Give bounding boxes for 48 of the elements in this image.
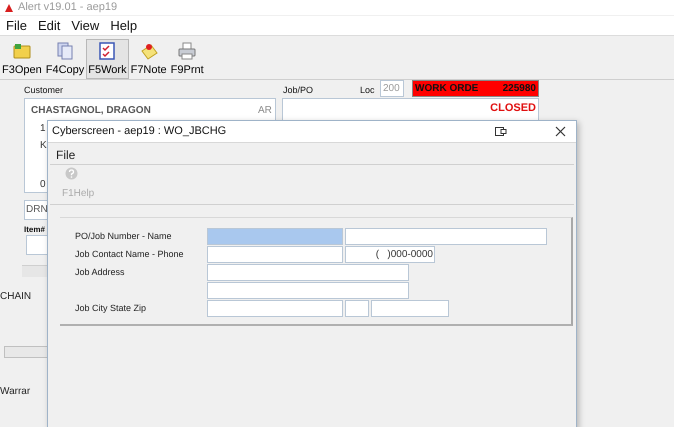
toolbar-button[interactable]: F7Note bbox=[128, 39, 169, 79]
toolbar-button[interactable]: F3Open bbox=[0, 39, 44, 79]
field-label: Job/PO bbox=[283, 84, 314, 97]
address-line: 1 bbox=[40, 122, 46, 136]
section-label: Warrar bbox=[0, 385, 30, 399]
menu-item[interactable]: File bbox=[6, 16, 27, 36]
menu-item[interactable]: Help bbox=[110, 16, 138, 36]
input-field[interactable] bbox=[207, 228, 343, 245]
input-field[interactable] bbox=[207, 282, 409, 299]
app-logo-icon bbox=[4, 2, 14, 12]
close-icon[interactable] bbox=[555, 126, 566, 137]
toolbar-button[interactable]: F9Prnt bbox=[168, 39, 206, 79]
scroll-bar[interactable] bbox=[4, 346, 49, 358]
field-label: Loc bbox=[360, 84, 375, 97]
input-field[interactable] bbox=[345, 228, 547, 245]
address-line: K bbox=[40, 139, 47, 153]
dialog-title: Cyberscreen - aep19 : WO_JBCHG bbox=[52, 124, 226, 140]
input-field[interactable] bbox=[345, 300, 369, 317]
folder-icon bbox=[12, 41, 32, 61]
help-icon bbox=[65, 167, 78, 180]
order-number: 225980 bbox=[502, 82, 536, 96]
menu-item[interactable]: Edit bbox=[38, 16, 60, 36]
restore-icon[interactable] bbox=[495, 127, 507, 136]
toolbar-button[interactable]: F4Copy bbox=[44, 39, 86, 79]
checklist-icon bbox=[97, 41, 118, 61]
documents-icon bbox=[55, 41, 76, 61]
customer-name: CHASTAGNOL, DRAGON bbox=[31, 104, 151, 118]
menu-item[interactable]: File bbox=[56, 146, 76, 164]
input-field[interactable] bbox=[371, 300, 449, 317]
form-label: PO/Job Number - Name bbox=[75, 230, 172, 241]
account-code: AR bbox=[258, 104, 272, 118]
form-label: Job Contact Name - Phone bbox=[75, 248, 184, 259]
input-field[interactable]: ( )000-0000 bbox=[345, 246, 435, 263]
form-label: Job Address bbox=[75, 266, 125, 277]
field-label: Customer bbox=[24, 84, 64, 97]
banner-label: WORK ORDE bbox=[415, 82, 478, 96]
window-title: Alert v19.01 - aep19 bbox=[18, 2, 118, 13]
field-label: Item# bbox=[24, 224, 45, 236]
toolbar-button[interactable]: F5Work bbox=[86, 39, 129, 79]
address-line: 0 bbox=[40, 178, 46, 192]
input-field[interactable] bbox=[207, 300, 343, 317]
menu-item[interactable]: View bbox=[71, 16, 100, 36]
input-field[interactable] bbox=[207, 264, 409, 281]
table-cell-text: CHAIN bbox=[0, 290, 32, 304]
input-field[interactable] bbox=[207, 246, 343, 263]
note-pin-icon bbox=[138, 41, 159, 61]
printer-icon bbox=[177, 41, 198, 61]
form-label: Job City State Zip bbox=[75, 302, 146, 313]
